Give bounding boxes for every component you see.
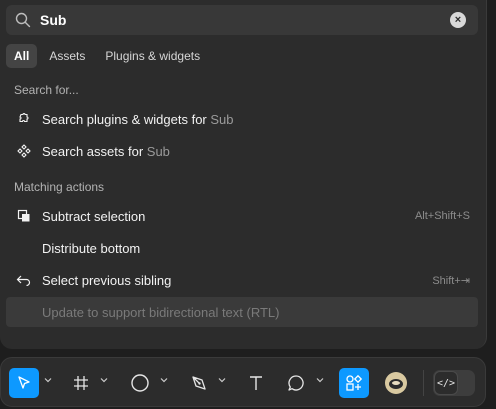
search-bar[interactable]: × bbox=[6, 5, 478, 35]
frame-tool-button[interactable] bbox=[67, 368, 95, 398]
section-label-search-for: Search for... bbox=[14, 83, 79, 97]
tab-plugins-widgets[interactable]: Plugins & widgets bbox=[97, 44, 208, 68]
update-rtl-label: Update to support bidirectional text (RT… bbox=[42, 304, 280, 320]
subtract-selection-shortcut: Alt+Shift+S bbox=[414, 210, 470, 222]
search-query-text: Sub bbox=[210, 111, 234, 127]
chevron-down-icon[interactable] bbox=[315, 375, 325, 385]
search-icon bbox=[15, 12, 31, 28]
plugin-avatar-button[interactable] bbox=[381, 368, 411, 398]
pen-tool-button[interactable] bbox=[185, 368, 213, 398]
subtract-selection-label: Subtract selection bbox=[42, 208, 146, 224]
comment-tool-button[interactable] bbox=[281, 368, 311, 398]
comment-icon bbox=[288, 375, 304, 391]
search-assets-row[interactable]: Search assets for Sub bbox=[6, 136, 478, 166]
select-previous-sibling-label: Select previous sibling bbox=[42, 272, 172, 288]
move-tool-button[interactable] bbox=[9, 368, 39, 398]
text-icon bbox=[250, 376, 262, 390]
text-tool-button[interactable] bbox=[241, 368, 271, 398]
component-icon bbox=[6, 144, 42, 158]
subtract-icon bbox=[6, 209, 42, 223]
frame-icon bbox=[74, 376, 88, 390]
search-query-text: Sub bbox=[146, 143, 170, 159]
search-assets-label: Search assets for bbox=[42, 143, 147, 159]
select-previous-sibling-row[interactable]: Select previous sibling Shift+⇥ bbox=[6, 265, 478, 295]
bottom-toolbar: </> bbox=[0, 357, 486, 407]
code-icon: </> bbox=[434, 371, 458, 395]
tab-all[interactable]: All bbox=[6, 44, 38, 68]
update-rtl-row: Update to support bidirectional text (RT… bbox=[6, 297, 478, 327]
dev-mode-label: </> bbox=[436, 377, 456, 389]
chevron-down-icon[interactable] bbox=[43, 375, 53, 385]
clear-search-button[interactable]: × bbox=[450, 12, 466, 28]
dev-mode-toggle[interactable]: </> bbox=[433, 370, 475, 396]
subtract-selection-row[interactable]: Subtract selection Alt+Shift+S bbox=[6, 201, 478, 231]
chevron-down-icon[interactable] bbox=[217, 375, 227, 385]
distribute-bottom-row[interactable]: Distribute bottom bbox=[6, 233, 478, 263]
chevron-down-icon[interactable] bbox=[159, 375, 169, 385]
chevron-down-icon[interactable] bbox=[99, 375, 109, 385]
quick-actions-panel: × All Assets Plugins & widgets Search fo… bbox=[0, 0, 487, 349]
section-label-matching-actions: Matching actions bbox=[14, 180, 105, 194]
toolbar-divider bbox=[423, 370, 424, 396]
tab-assets[interactable]: Assets bbox=[41, 44, 93, 68]
distribute-bottom-label: Distribute bottom bbox=[42, 240, 141, 256]
select-previous-sibling-shortcut: Shift+⇥ bbox=[432, 274, 470, 287]
return-arrow-icon bbox=[6, 274, 42, 286]
cursor-icon bbox=[18, 376, 30, 389]
plugin-icon bbox=[6, 112, 42, 126]
actions-grid-icon bbox=[346, 374, 363, 391]
ellipse-tool-button[interactable] bbox=[125, 368, 155, 398]
filter-tabs: All Assets Plugins & widgets bbox=[6, 44, 208, 68]
ellipse-icon bbox=[131, 374, 149, 392]
search-input[interactable] bbox=[40, 5, 440, 35]
plugin-avatar-icon bbox=[385, 372, 407, 394]
actions-tool-button[interactable] bbox=[339, 368, 369, 398]
search-plugins-row[interactable]: Search plugins & widgets for Sub bbox=[6, 104, 478, 134]
search-plugins-label: Search plugins & widgets for bbox=[42, 111, 211, 127]
pen-icon bbox=[192, 376, 206, 390]
